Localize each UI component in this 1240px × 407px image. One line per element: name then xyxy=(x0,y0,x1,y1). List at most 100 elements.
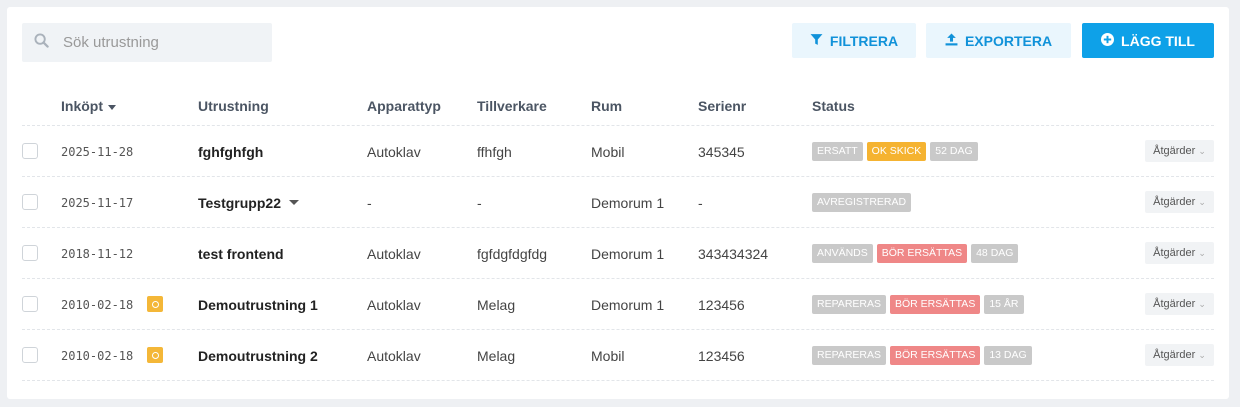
room: Demorum 1 xyxy=(591,245,665,262)
equipment-name-cell[interactable]: Demoutrustning 2 xyxy=(198,330,318,381)
actions-dropdown[interactable]: Åtgärder ⌄ xyxy=(1145,140,1214,162)
device-type: Autoklav xyxy=(367,143,421,160)
purchase-date: 2010-02-18 xyxy=(61,348,134,363)
filter-icon xyxy=(810,33,830,49)
column-header-purchased[interactable]: Inköpt xyxy=(61,98,116,114)
row-checkbox[interactable] xyxy=(22,296,38,312)
equipment-name[interactable]: fghfghfgh xyxy=(198,144,263,160)
status-badge: BÖR ERSÄTTAS xyxy=(876,244,968,263)
plus-circle-icon xyxy=(1101,32,1121,49)
manufacturer: Melag xyxy=(477,347,516,364)
actions-label: Åtgärder xyxy=(1153,298,1196,310)
table-row[interactable]: 2010-02-18 Demoutrustning 1 Autoklav Melag D… xyxy=(22,278,1214,329)
warning-marker-icon xyxy=(147,296,163,312)
actions-label: Åtgärder xyxy=(1153,349,1196,361)
actions-dropdown[interactable]: Åtgärder ⌄ xyxy=(1145,293,1214,315)
room: Demorum 1 xyxy=(591,194,665,211)
row-checkbox[interactable] xyxy=(22,347,38,363)
serial-number: 123456 xyxy=(698,296,745,313)
serial-number: 343434324 xyxy=(698,245,769,262)
status-badges: REPARERAS BÖR ERSÄTTAS 15 ÅR xyxy=(812,295,1024,314)
chevron-down-icon: ⌄ xyxy=(1198,247,1206,258)
column-header-device-type[interactable]: Apparattyp xyxy=(367,98,441,114)
column-header-equipment[interactable]: Utrustning xyxy=(198,98,269,114)
room: Mobil xyxy=(591,347,625,364)
row-checkbox[interactable] xyxy=(22,143,38,159)
status-badge: 48 DAG xyxy=(971,244,1019,263)
status-badge: 13 DAG xyxy=(984,346,1032,365)
export-button-label: EXPORTERA xyxy=(964,32,1053,49)
table-row[interactable]: 2025-11-17 Testgrupp22 - - Demorum 1 - AVREGIS… xyxy=(22,176,1214,227)
equipment-name[interactable]: Testgrupp22 xyxy=(198,195,281,211)
add-equipment-button[interactable]: LÄGG TILL xyxy=(1082,23,1214,58)
chevron-down-icon: ⌄ xyxy=(1198,196,1206,207)
actions-dropdown[interactable]: Åtgärder ⌄ xyxy=(1145,191,1214,213)
manufacturer: fgfdgfdgfdg xyxy=(477,245,548,262)
column-header-serial[interactable]: Serienr xyxy=(698,98,746,114)
status-badges: REPARERAS BÖR ERSÄTTAS 13 DAG xyxy=(812,346,1032,365)
status-badges: AVREGISTRERAD xyxy=(812,193,912,212)
equipment-name[interactable]: test frontend xyxy=(198,246,284,262)
warning-marker-icon xyxy=(147,347,163,363)
actions-label: Åtgärder xyxy=(1153,145,1196,157)
actions-dropdown[interactable]: Åtgärder ⌄ xyxy=(1145,242,1214,264)
status-badge: 52 DAG xyxy=(930,142,978,161)
equipment-name-cell[interactable]: Testgrupp22 xyxy=(198,177,299,228)
search-icon xyxy=(34,32,49,53)
chevron-down-icon: ⌄ xyxy=(1198,349,1206,360)
status-badge: ERSATT xyxy=(812,142,863,161)
table-row[interactable]: 2025-11-28 fghfghfgh Autoklav ffhfgh Mobil 34… xyxy=(22,125,1214,176)
status-badges: ERSATT OK SKICK 52 DAG xyxy=(812,142,978,161)
room: Mobil xyxy=(591,143,625,160)
serial-number: 123456 xyxy=(698,347,745,364)
actions-label: Åtgärder xyxy=(1153,247,1196,259)
status-badge: 15 ÅR xyxy=(984,295,1024,314)
status-badge: BÖR ERSÄTTAS xyxy=(890,295,981,314)
device-type: - xyxy=(367,194,372,211)
actions-label: Åtgärder xyxy=(1153,196,1196,208)
row-checkbox[interactable] xyxy=(22,194,38,210)
column-header-purchased-label: Inköpt xyxy=(61,98,103,114)
manufacturer: - xyxy=(477,194,482,211)
caret-down-icon[interactable] xyxy=(288,200,299,205)
manufacturer: ffhfgh xyxy=(477,143,512,160)
equipment-name[interactable]: Demoutrustning 2 xyxy=(198,348,318,364)
purchase-date: 2010-02-18 xyxy=(61,297,134,312)
upload-icon xyxy=(945,33,965,49)
purchase-date: 2025-11-28 xyxy=(61,144,134,159)
status-badges: ANVÄNDS BÖR ERSÄTTAS 48 DAG xyxy=(812,244,1019,263)
table-divider xyxy=(22,380,1214,381)
chevron-down-icon: ⌄ xyxy=(1198,298,1206,309)
status-badge: ANVÄNDS xyxy=(812,244,873,263)
status-badge: REPARERAS xyxy=(812,346,886,365)
device-type: Autoklav xyxy=(367,296,421,313)
table-row[interactable]: 2018-11-12 test frontend Autoklav fgfdgfdgf… xyxy=(22,227,1214,278)
serial-number: 345345 xyxy=(698,143,745,160)
equipment-name-cell[interactable]: Demoutrustning 1 xyxy=(198,279,318,330)
purchase-date: 2025-11-17 xyxy=(61,195,134,210)
serial-number: - xyxy=(698,194,703,211)
sort-desc-icon xyxy=(108,104,116,110)
equipment-name-cell[interactable]: test frontend xyxy=(198,228,284,279)
purchase-date: 2018-11-12 xyxy=(61,246,134,261)
actions-dropdown[interactable]: Åtgärder ⌄ xyxy=(1145,344,1214,366)
column-header-manufacturer[interactable]: Tillverkare xyxy=(477,98,547,114)
column-header-room[interactable]: Rum xyxy=(591,98,622,114)
add-button-label: LÄGG TILL xyxy=(1121,32,1195,49)
filter-button-label: FILTRERA xyxy=(829,32,899,49)
equipment-name-cell[interactable]: fghfghfgh xyxy=(198,126,263,177)
equipment-card: FILTRERA EXPORTERA LÄGG TILL Inköpt Utru… xyxy=(7,7,1229,399)
column-header-status[interactable]: Status xyxy=(812,98,855,114)
table-row[interactable]: 2010-02-18 Demoutrustning 2 Autoklav Melag M… xyxy=(22,329,1214,380)
room: Demorum 1 xyxy=(591,296,665,313)
manufacturer: Melag xyxy=(477,296,516,313)
search-box[interactable] xyxy=(22,23,272,62)
status-badge: OK SKICK xyxy=(866,142,927,161)
search-input[interactable] xyxy=(63,34,263,51)
equipment-name[interactable]: Demoutrustning 1 xyxy=(198,297,318,313)
status-badge: BÖR ERSÄTTAS xyxy=(890,346,981,365)
filter-button[interactable]: FILTRERA xyxy=(792,23,916,58)
status-badge: AVREGISTRERAD xyxy=(812,193,912,212)
row-checkbox[interactable] xyxy=(22,245,38,261)
export-button[interactable]: EXPORTERA xyxy=(926,23,1071,58)
